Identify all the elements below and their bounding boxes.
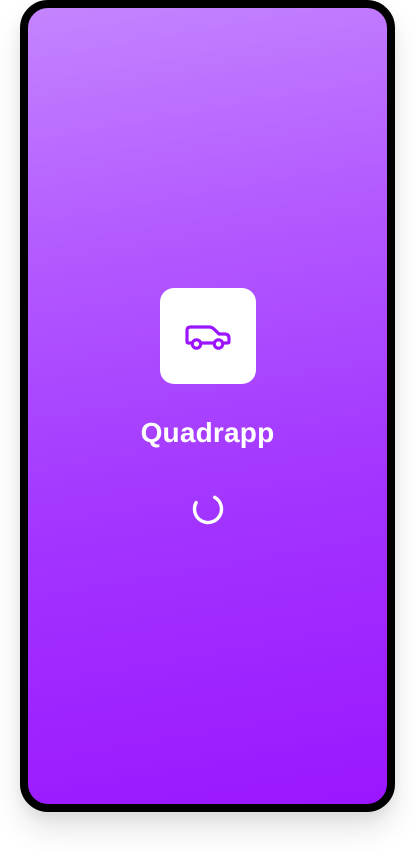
car-icon [185,325,231,350]
device-frame: Quadrapp [20,0,395,812]
app-title: Quadrapp [140,417,275,448]
page: Quadrapp [0,0,415,852]
splash-screen: Quadrapp [28,8,387,804]
spinner-icon [192,493,224,525]
app-logo-tile [160,288,256,384]
loading-spinner [192,493,224,525]
